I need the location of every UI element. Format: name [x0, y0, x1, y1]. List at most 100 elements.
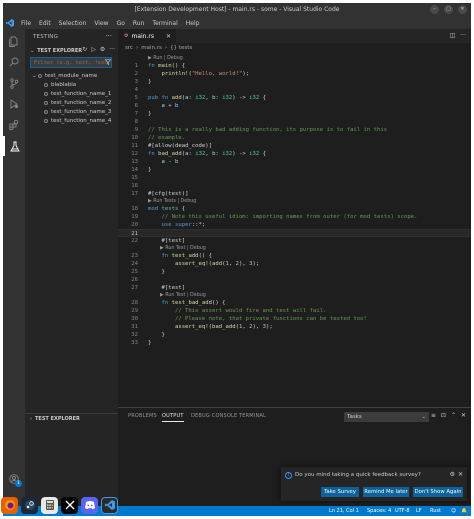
section-title: TEST EXPLORER [35, 416, 80, 422]
tree-item-label: test_function_name_3 [51, 109, 112, 115]
menu-run[interactable]: Run [129, 20, 149, 27]
split-editor-icon[interactable]: ◫ [450, 32, 456, 39]
steam-icon[interactable] [21, 496, 38, 514]
menu-edit[interactable]: Edit [35, 20, 55, 27]
code-line: 5 pub fn add(a: i32, b: i32) -> i32 { [134, 95, 266, 101]
dont-show-again-button[interactable]: Don't Show Again [413, 487, 463, 497]
code-line: 20 use super::*; [131, 222, 206, 228]
breadcrumb-item[interactable]: src [125, 45, 133, 51]
code-line: 32 } [131, 332, 165, 338]
menu-selection[interactable]: Selection [55, 20, 91, 27]
code-lens-run-test-debug[interactable]: ▶ Run Test | Debug [160, 292, 206, 299]
refresh-icon[interactable]: ↻ [82, 46, 87, 53]
test-explorer-actions: ↻ ▷ ⚙ ··· [82, 46, 115, 53]
lock-icon[interactable]: ⊡ [441, 412, 446, 419]
run-debug-icon[interactable] [3, 94, 25, 114]
encoding[interactable]: UTF-8 [395, 506, 410, 516]
explorer-icon[interactable] [3, 31, 25, 51]
tree-item-test[interactable]: test_function_name_4 [25, 118, 118, 127]
more-actions-icon[interactable]: ··· [109, 46, 115, 53]
take-survey-button[interactable]: Take Survey [321, 487, 359, 497]
code-lens-run-tests-debug[interactable]: ▶ Run Tests | Debug [148, 198, 196, 205]
tree-item-test[interactable]: test_function_name_2 [25, 100, 118, 109]
code-editor[interactable]: ▶ Run | Debug 1 fn main() { 2 println!("H… [118, 53, 471, 407]
test-filter-input[interactable] [30, 57, 112, 68]
search-icon[interactable] [3, 52, 25, 72]
test-status-icon [44, 109, 48, 114]
menu-file[interactable]: File [17, 20, 35, 27]
x-icon[interactable] [61, 496, 78, 514]
tab-label: main.rs [131, 32, 154, 40]
code-line: 17 #[cfg(test)] [131, 191, 189, 197]
taskbar [0, 491, 118, 519]
gear-icon[interactable]: ⚙ [450, 471, 455, 478]
language-mode[interactable]: Rust [430, 506, 441, 516]
tree-item-label: test_function_name_4 [51, 118, 112, 124]
firefox-icon[interactable] [1, 496, 18, 514]
maximize-button[interactable]: ▢ [444, 5, 453, 14]
tab-problems[interactable]: PROBLEMS [128, 413, 157, 419]
indentation[interactable]: Spaces: 4 [367, 506, 391, 516]
code-line: 15 [131, 175, 138, 181]
clear-output-icon[interactable]: ≡ [431, 412, 436, 419]
menu-help[interactable]: Help [182, 20, 204, 27]
maximize-panel-icon[interactable]: ⌃ [451, 412, 456, 419]
code-lens-run-debug[interactable]: ▶ Run | Debug [148, 55, 183, 62]
vscode-window: [Extension Development Host] - main.rs -… [3, 3, 471, 516]
accounts-icon[interactable]: 1 [3, 469, 25, 489]
code-line: 26 [131, 277, 138, 283]
code-line: 25 } [131, 269, 165, 275]
more-actions-icon[interactable]: ··· [105, 32, 112, 40]
code-line: 18 mod tests { [131, 206, 186, 212]
rust-file-icon: ⚙ [124, 33, 129, 39]
menu-view[interactable]: View [90, 20, 112, 27]
tree-item-test[interactable]: blablabla [25, 82, 118, 91]
testing-icon[interactable] [3, 136, 25, 156]
minimize-button[interactable]: – [430, 5, 439, 14]
breadcrumb-item[interactable]: main.rs [141, 45, 162, 51]
bell-icon[interactable]: 🔔 [461, 506, 467, 516]
code-line: 4 [134, 87, 138, 93]
tree-item-test[interactable]: test_function_name_3 [25, 109, 118, 118]
menu-terminal[interactable]: Terminal [148, 20, 181, 27]
end-of-line[interactable]: LF [416, 506, 422, 516]
activity-bar: 1 [3, 29, 25, 506]
close-window-button[interactable]: ✕ [458, 5, 467, 14]
close-icon[interactable]: ✕ [166, 33, 171, 40]
close-icon[interactable]: ✕ [458, 471, 463, 478]
sidebar-title: TESTING [33, 34, 59, 40]
filter-icon[interactable] [104, 59, 112, 67]
tree-item-label: blablabla [51, 82, 77, 88]
more-actions-icon[interactable]: ··· [460, 32, 466, 39]
tree-item-test-module[interactable]: ⌄ test_module_name [25, 73, 118, 82]
run-all-icon[interactable]: ▷ [91, 46, 96, 53]
test-explorer-header[interactable]: ⌄ TEST EXPLORER ↻ ▷ ⚙ ··· [25, 45, 118, 56]
source-control-icon[interactable] [3, 73, 25, 93]
tree-item-label: test_function_name_1 [51, 91, 112, 97]
code-line: 23 fn test_add() { [131, 253, 213, 259]
cursor-position[interactable]: Ln 21, Col 1 [329, 506, 359, 516]
tab-output[interactable]: OUTPUT [162, 413, 184, 422]
discord-icon[interactable] [81, 496, 98, 514]
remind-later-button[interactable]: Remind Me later [363, 487, 409, 497]
vscode-icon[interactable] [101, 496, 118, 514]
breadcrumb-item[interactable]: {} tests [170, 45, 192, 51]
menu-go[interactable]: Go [113, 20, 129, 27]
calculator-icon[interactable] [41, 496, 58, 514]
code-line: 11 #[allow(dead_code)] [131, 143, 213, 149]
code-lens-run-test-debug[interactable]: ▶ Run Test | Debug [160, 245, 206, 252]
code-line: 27 #[test] [131, 285, 186, 291]
tab-terminal[interactable]: TERMINAL [239, 413, 266, 419]
chevron-down-icon: ⌄ [30, 47, 35, 54]
code-line: 19 // Note this useful idiom: importing … [131, 214, 418, 220]
tree-item-test[interactable]: test_function_name_1 [25, 91, 118, 100]
feedback-icon[interactable]: ☺ [451, 506, 456, 516]
close-icon[interactable]: ✕ [461, 412, 466, 419]
tab-debug-console[interactable]: DEBUG CONSOLE [191, 413, 237, 419]
tab-main-rs[interactable]: ⚙ main.rs ✕ [118, 29, 176, 43]
extensions-icon[interactable] [3, 115, 25, 135]
tree-item-label: test_function_name_2 [51, 100, 112, 106]
output-channel-select[interactable]: Tasks ⌄ [344, 412, 429, 422]
test-explorer-section-collapsed[interactable]: › TEST EXPLORER [25, 413, 118, 424]
debug-all-icon[interactable]: ⚙ [100, 46, 105, 53]
